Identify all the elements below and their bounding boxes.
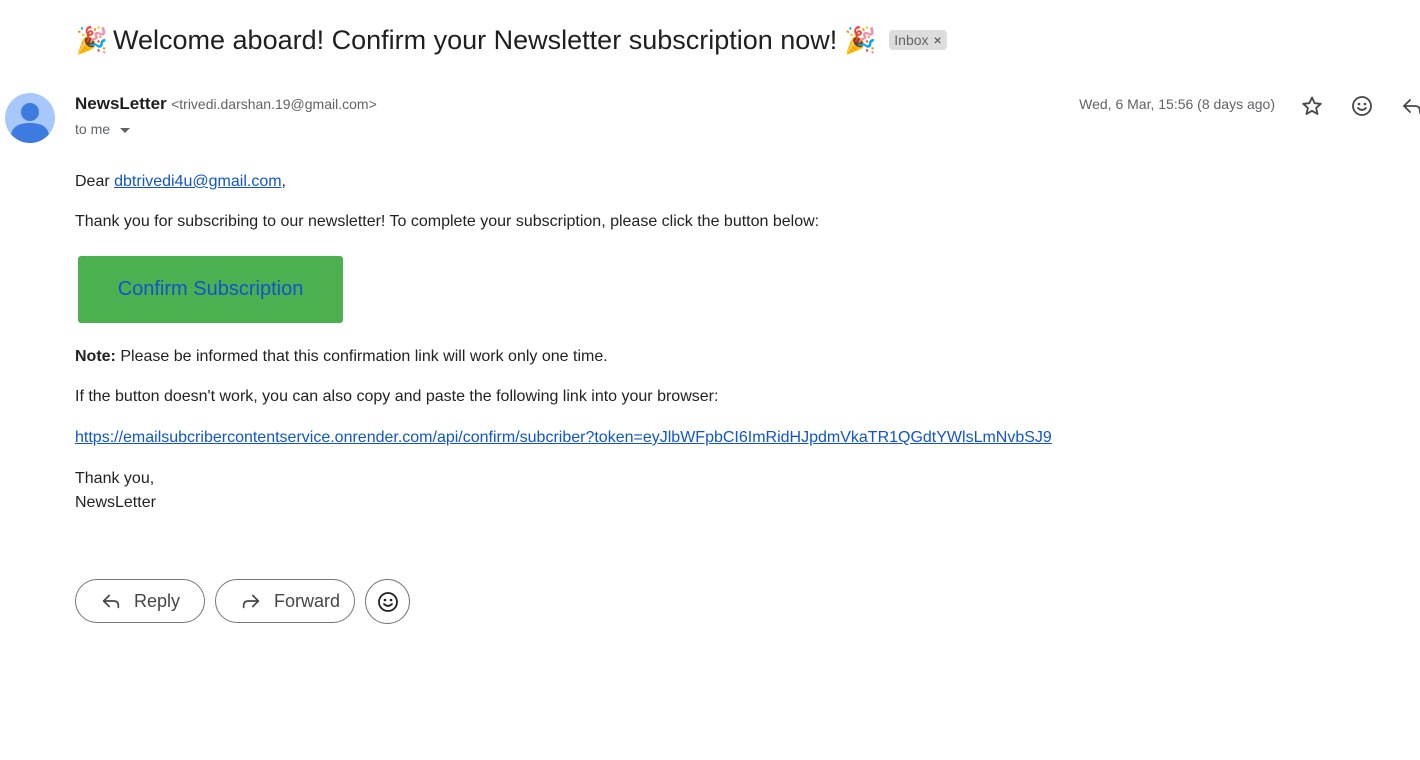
sender-email: <trivedi.darshan.19@gmail.com> bbox=[171, 96, 377, 112]
confirm-subscription-label: Confirm Subscription bbox=[117, 278, 304, 300]
emoji-icon[interactable] bbox=[1350, 94, 1374, 118]
note-text: Please be informed that this confirmatio… bbox=[115, 348, 608, 365]
recipient-text: to me bbox=[75, 121, 111, 137]
reply-icon bbox=[102, 594, 120, 609]
sender-line: NewsLetter <trivedi.darshan.19@gmail.com… bbox=[75, 94, 377, 114]
recipient-details-toggle[interactable]: to me bbox=[75, 121, 131, 137]
greeting: Dear dbtrivedi4u@gmail.com, bbox=[75, 173, 286, 191]
subject-row: 🎉 Welcome aboard! Confirm your Newslette… bbox=[75, 20, 947, 60]
forward-button[interactable]: Forward bbox=[215, 579, 355, 623]
signoff-line-1: Thank you, bbox=[75, 470, 155, 487]
reply-icon[interactable] bbox=[1400, 94, 1420, 118]
confirmation-link[interactable]: https://emailsubcribercontentservice.onr… bbox=[75, 429, 1052, 446]
email-date: Wed, 6 Mar, 15:56 (8 days ago) bbox=[1079, 96, 1275, 112]
forward-icon bbox=[242, 594, 260, 609]
party-popper-icon: 🎉 bbox=[844, 24, 877, 55]
inbox-label-text: Inbox bbox=[894, 32, 929, 48]
remove-label-button[interactable]: × bbox=[934, 32, 942, 48]
note-label: Note: bbox=[75, 348, 116, 365]
subject-text: Welcome aboard! Confirm your Newsletter … bbox=[113, 24, 838, 55]
greeting-prefix: Dear bbox=[75, 173, 115, 190]
confirmation-link-row: https://emailsubcribercontentservice.onr… bbox=[75, 429, 1052, 447]
note-paragraph: Note: Please be informed that this confi… bbox=[75, 348, 608, 366]
party-popper-icon: 🎉 bbox=[75, 24, 109, 55]
intro-text: Thank you for subscribing to our newslet… bbox=[75, 213, 820, 230]
emoji-icon bbox=[377, 591, 398, 612]
sender-name[interactable]: NewsLetter bbox=[75, 94, 167, 113]
react-emoji-button[interactable] bbox=[365, 579, 410, 624]
reply-button[interactable]: Reply bbox=[75, 579, 205, 623]
inbox-label: Inbox × bbox=[889, 30, 947, 50]
recipient-email-link[interactable]: dbtrivedi4u@gmail.com bbox=[114, 173, 281, 190]
confirm-subscription-button[interactable]: Confirm Subscription bbox=[78, 256, 343, 323]
forward-label: Forward bbox=[274, 590, 341, 611]
chevron-down-icon bbox=[120, 127, 131, 133]
avatar[interactable] bbox=[5, 93, 55, 143]
star-icon[interactable] bbox=[1300, 94, 1324, 118]
email-subject: 🎉 Welcome aboard! Confirm your Newslette… bbox=[75, 25, 877, 56]
greeting-suffix: , bbox=[281, 173, 286, 190]
reply-label: Reply bbox=[134, 590, 181, 611]
signoff-line-2: NewsLetter bbox=[75, 494, 156, 511]
fallback-text: If the button doesn't work, you can also… bbox=[75, 388, 719, 405]
person-icon bbox=[11, 103, 49, 143]
